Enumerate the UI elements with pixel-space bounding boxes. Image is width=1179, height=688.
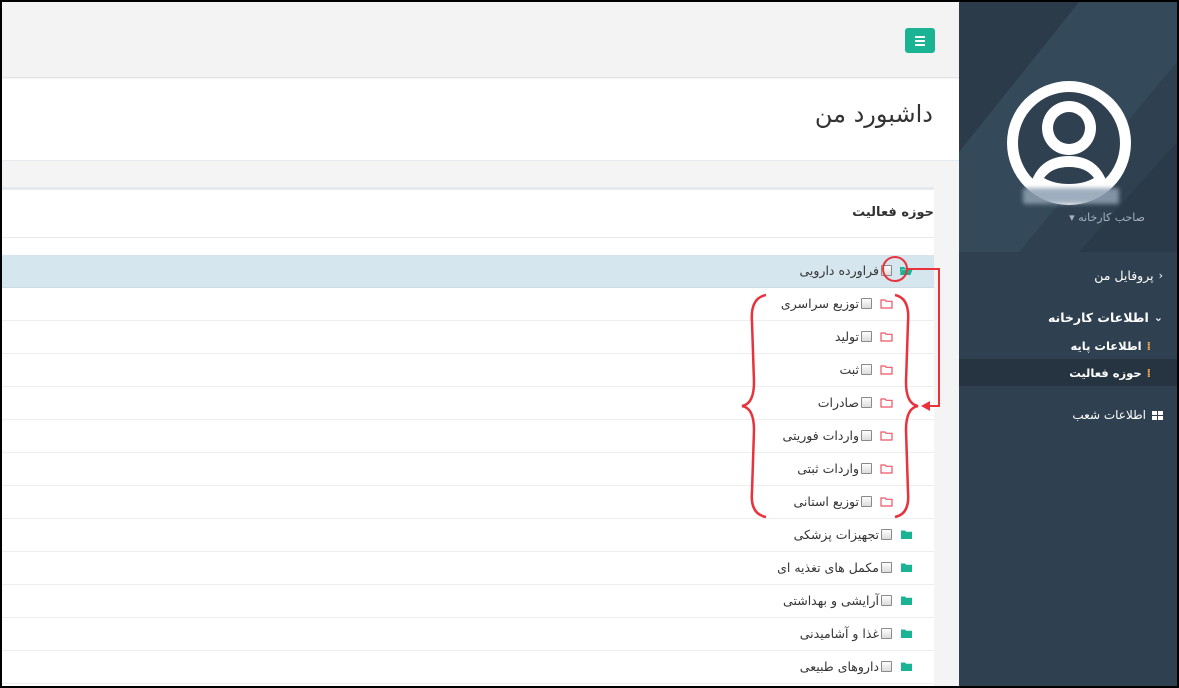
hamburger-menu-button[interactable]: [905, 28, 935, 53]
tree-node-label[interactable]: صادرات: [818, 395, 859, 410]
tree-node-label[interactable]: فراورده دارویی: [799, 263, 879, 278]
tree-node-checkbox[interactable]: [881, 562, 892, 573]
sidebar-nav: ‹ پروفایل من ⌄ اطلاعات کارخانه ⁞ اطلاعات…: [959, 260, 1177, 430]
grid-icon: [1152, 410, 1163, 420]
tree-row: تولید: [2, 321, 934, 354]
tree-row: آرایشی و بهداشتی: [2, 585, 934, 618]
tree-node[interactable]: ثبت: [839, 362, 894, 377]
folder-outline-icon[interactable]: [878, 495, 894, 509]
dots-icon: ⁞: [1146, 338, 1151, 353]
folder-filled-icon[interactable]: [898, 594, 914, 608]
tree-node-label[interactable]: توزیع سراسری: [781, 296, 859, 311]
sidebar-item-factory-info[interactable]: ⌄ اطلاعات کارخانه: [959, 302, 1177, 332]
tree-node-label[interactable]: داروهای طبیعی: [800, 659, 879, 674]
tree-node[interactable]: مکمل های تغذیه ای: [777, 560, 914, 575]
tree-node-label[interactable]: غذا و آشامیدنی: [800, 626, 879, 641]
folder-outline-icon[interactable]: [878, 330, 894, 344]
tree-node-label[interactable]: مکمل های تغذیه ای: [777, 560, 879, 575]
top-navbar: [2, 2, 959, 78]
chevron-left-icon: ‹: [1158, 268, 1163, 282]
folder-filled-icon[interactable]: [898, 627, 914, 641]
folder-outline-icon[interactable]: [878, 363, 894, 377]
tree-node-checkbox[interactable]: [861, 496, 872, 507]
sidebar-item-activity-scope[interactable]: ⁞ حوزه فعالیت: [959, 359, 1177, 386]
sidebar-item-label: اطلاعات شعب: [1072, 408, 1146, 422]
tree-node[interactable]: واردات ثبتی: [797, 461, 894, 476]
sidebar-item-branches[interactable]: اطلاعات شعب: [959, 400, 1177, 430]
sidebar-item-label: اطلاعات کارخانه: [1047, 309, 1149, 325]
tree-node[interactable]: توزیع استانی: [793, 494, 894, 509]
tree-node-checkbox[interactable]: [861, 397, 872, 408]
tree-row: داروهای طبیعی: [2, 651, 934, 684]
tree-row: واردات ثبتی: [2, 453, 934, 486]
tree-node[interactable]: غذا و آشامیدنی: [800, 626, 914, 641]
panel-header: حوزه فعالیت: [2, 190, 934, 238]
tree-row: مکمل های تغذیه ای: [2, 552, 934, 585]
sidebar-item-label: حوزه فعالیت: [1069, 365, 1142, 380]
menu-bar-icon: [915, 39, 925, 42]
tree-node[interactable]: توزیع سراسری: [781, 296, 894, 311]
menu-bar-icon: [915, 43, 925, 46]
tree-row: توزیع سراسری: [2, 288, 934, 321]
tree-node[interactable]: صادرات: [818, 395, 894, 410]
tree-node-checkbox[interactable]: [861, 298, 872, 309]
sidebar-item-profile[interactable]: ‹ پروفایل من: [959, 260, 1177, 290]
tree-row: تجهیزات پزشکی: [2, 519, 934, 552]
page-title: داشبورد من: [814, 100, 933, 128]
folder-outline-icon[interactable]: [878, 396, 894, 410]
page-heading: داشبورد من: [2, 79, 959, 161]
tree-row: توزیع استانی: [2, 486, 934, 519]
tree-node-checkbox[interactable]: [881, 265, 892, 276]
panel-title: حوزه فعالیت: [852, 205, 934, 220]
tree-node[interactable]: واردات فوریتی: [783, 428, 894, 443]
tree-node-label[interactable]: آرایشی و بهداشتی: [783, 593, 879, 608]
tree-node[interactable]: فراورده دارویی: [799, 263, 914, 278]
user-role-dropdown[interactable]: صاحب کارخانه ▾: [1069, 211, 1145, 224]
sidebar-item-label: اطلاعات پایه: [1070, 338, 1142, 353]
tree-node-checkbox[interactable]: [881, 529, 892, 540]
tree-node-label[interactable]: تولید: [835, 329, 859, 344]
tree-node-checkbox[interactable]: [861, 430, 872, 441]
sidebar: صاحب کارخانه ▾ ‹ پروفایل من ⌄ اطلاعات کا…: [959, 2, 1177, 686]
tree-node-label[interactable]: تجهیزات پزشکی: [794, 527, 879, 542]
folder-filled-icon[interactable]: [898, 561, 914, 575]
folder-outline-icon[interactable]: [878, 462, 894, 476]
menu-bar-icon: [915, 35, 925, 38]
tree-node-checkbox[interactable]: [861, 331, 872, 342]
username-redacted: [1023, 188, 1119, 204]
tree-node[interactable]: تولید: [835, 329, 894, 344]
tree-node-label[interactable]: توزیع استانی: [793, 494, 859, 509]
tree-node[interactable]: داروهای طبیعی: [800, 659, 914, 674]
sidebar-item-label: پروفایل من: [1094, 267, 1154, 283]
app-window: داشبورد من حوزه فعالیت فراورده دارویی توز…: [2, 2, 1177, 686]
folder-filled-icon[interactable]: [898, 660, 914, 674]
tree-row: غذا و آشامیدنی: [2, 618, 934, 651]
folder-outline-icon[interactable]: [878, 297, 894, 311]
tree-node-label[interactable]: ثبت: [839, 362, 859, 377]
folder-filled-icon[interactable]: [898, 528, 914, 542]
tree-node-checkbox[interactable]: [881, 661, 892, 672]
activity-tree: فراورده دارویی توزیع سراسری تولید ثبت صادرات…: [2, 255, 934, 684]
chevron-down-icon: ⌄: [1153, 310, 1163, 324]
tree-row: صادرات: [2, 387, 934, 420]
tree-node-label[interactable]: واردات فوریتی: [783, 428, 859, 443]
tree-row: ثبت: [2, 354, 934, 387]
tree-node-label[interactable]: واردات ثبتی: [797, 461, 859, 476]
tree-row: واردات فوریتی: [2, 420, 934, 453]
tree-node-checkbox[interactable]: [861, 463, 872, 474]
folder-open-icon[interactable]: [898, 264, 914, 278]
tree-node-checkbox[interactable]: [881, 595, 892, 606]
tree-node[interactable]: آرایشی و بهداشتی: [783, 593, 914, 608]
tree-node[interactable]: تجهیزات پزشکی: [794, 527, 914, 542]
folder-outline-icon[interactable]: [878, 429, 894, 443]
tree-node-checkbox[interactable]: [881, 628, 892, 639]
dots-icon: ⁞: [1146, 365, 1151, 380]
tree-node-checkbox[interactable]: [861, 364, 872, 375]
tree-row: فراورده دارویی: [2, 255, 934, 288]
sidebar-item-basic-info[interactable]: ⁞ اطلاعات پایه: [959, 332, 1177, 359]
